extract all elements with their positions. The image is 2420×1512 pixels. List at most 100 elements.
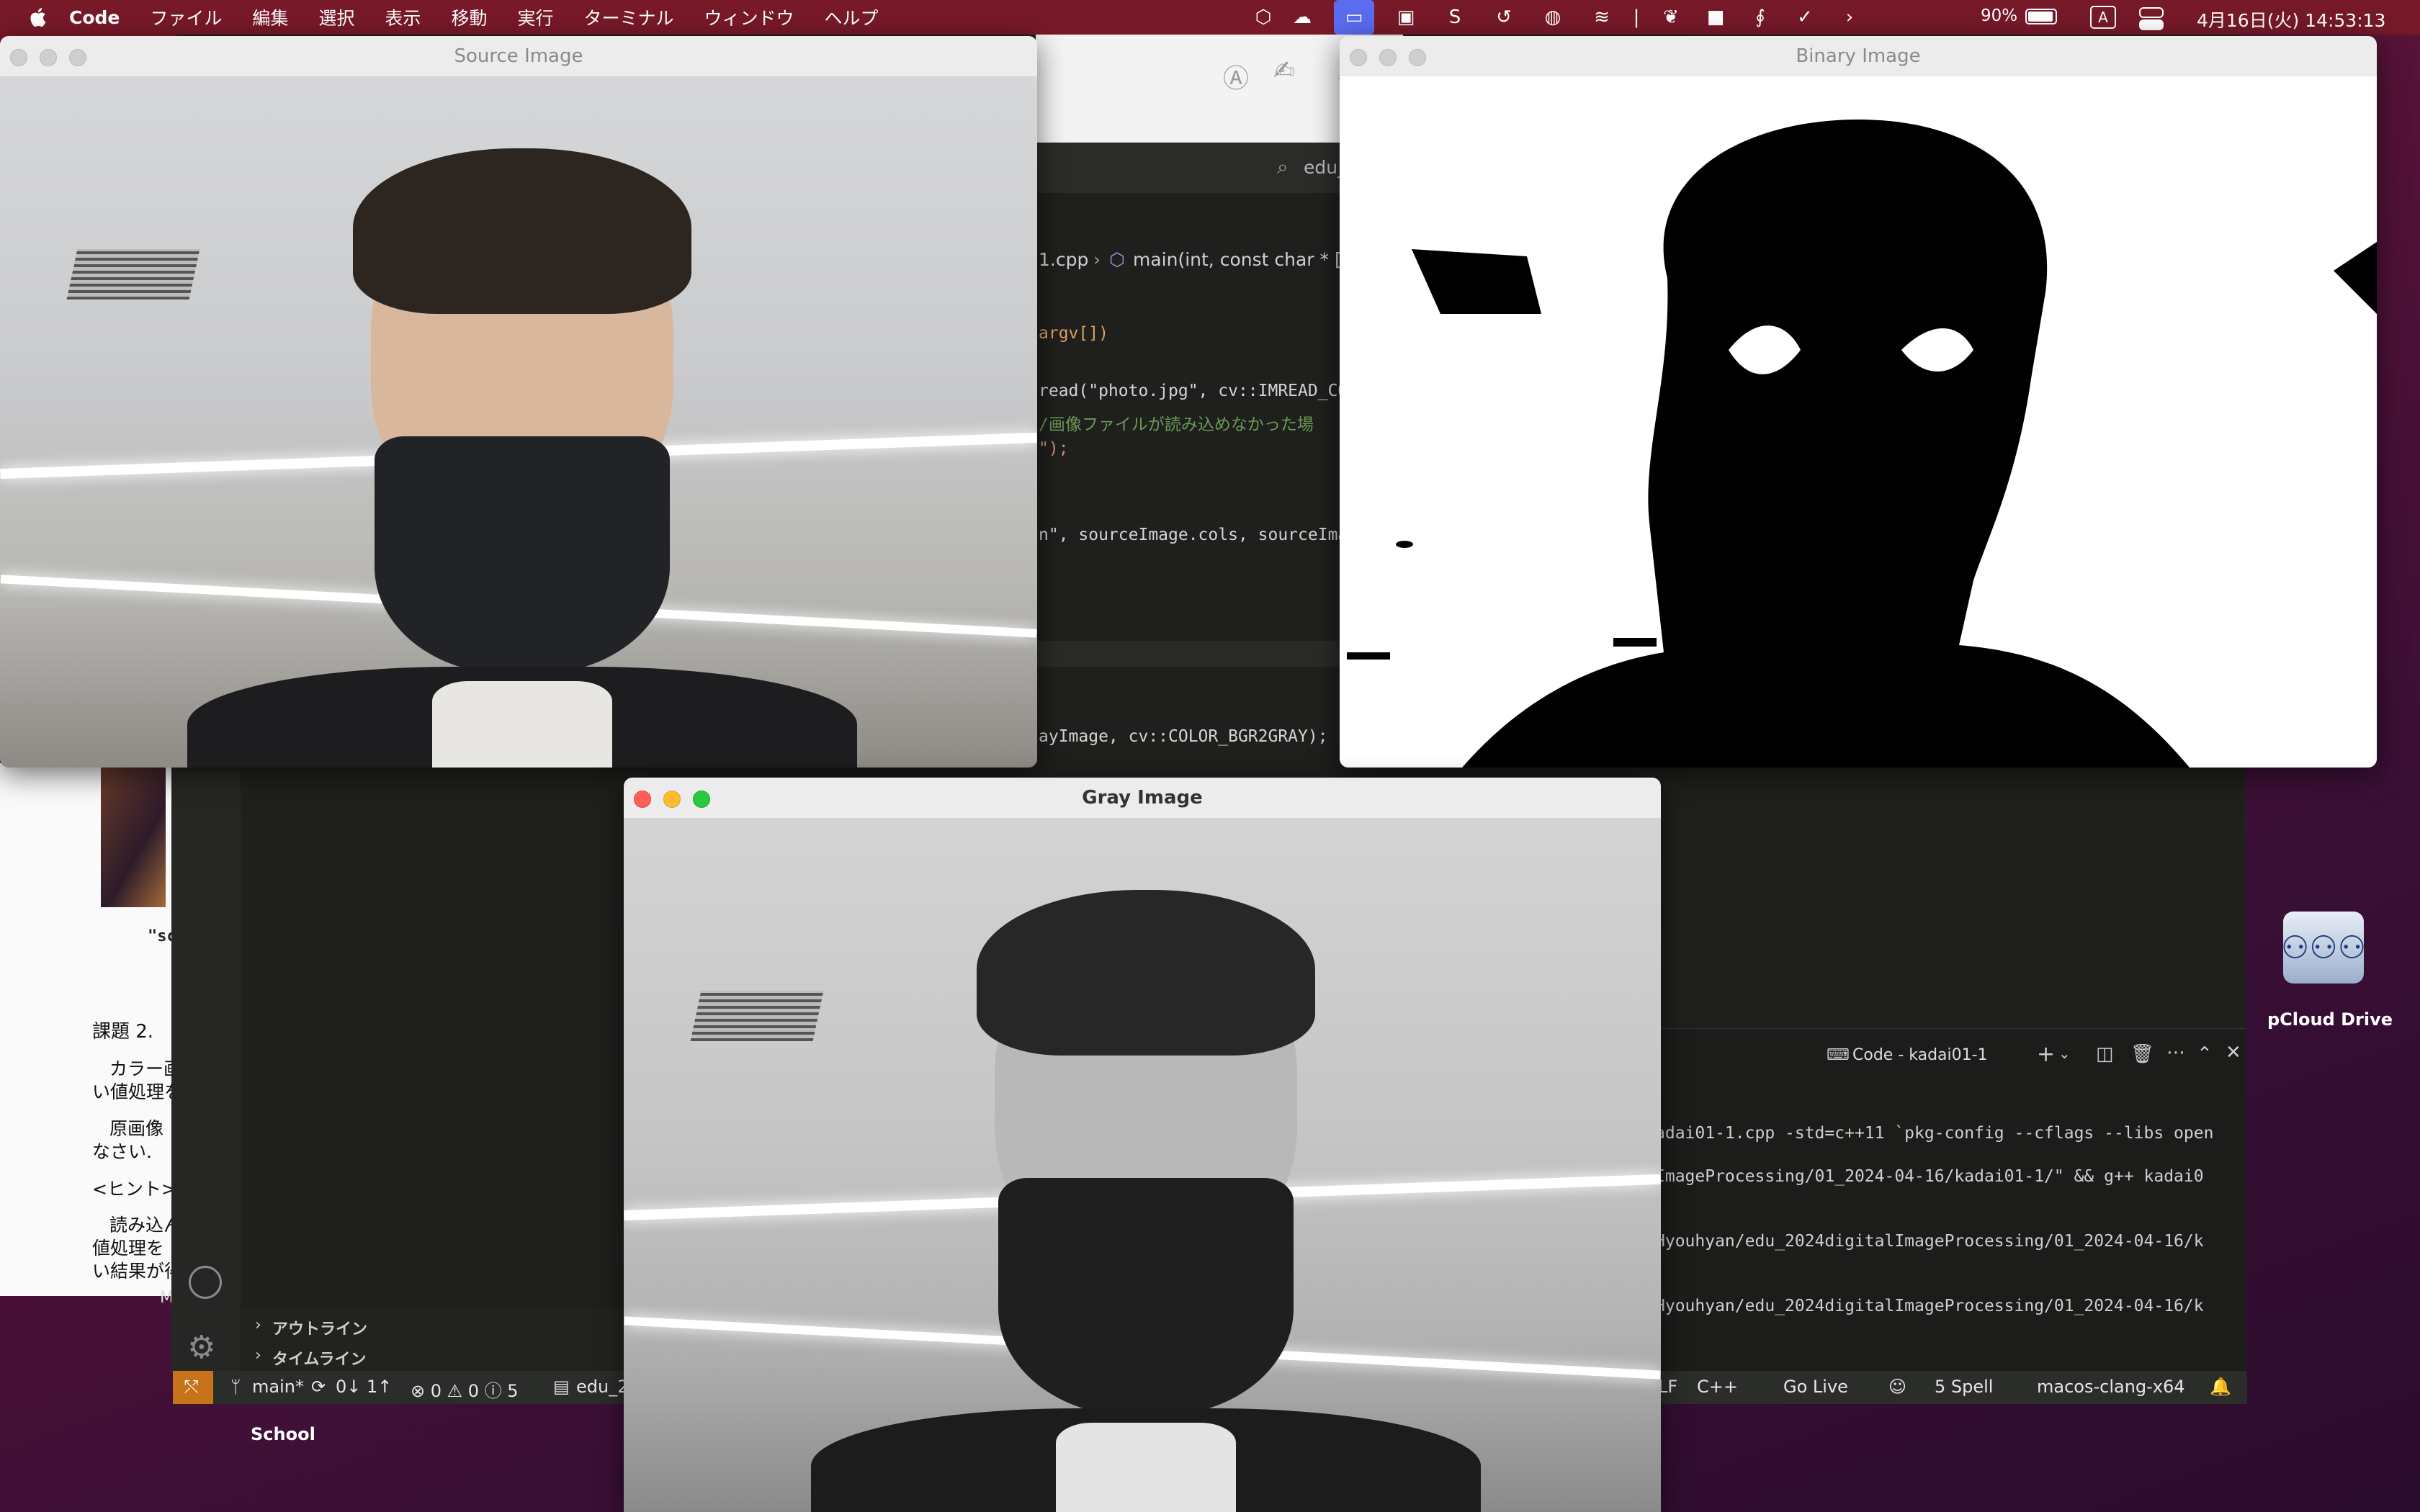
gray-image-titlebar[interactable]: Gray Image [624, 778, 1661, 819]
gray-photo [624, 818, 1661, 1512]
folder-icon: ▤ [553, 1377, 570, 1397]
chevron-right-icon: › [1093, 249, 1101, 270]
copilot-icon[interactable]: ☺ [1888, 1377, 1906, 1397]
menu-view[interactable]: 表示 [385, 4, 421, 30]
screen-share-icon[interactable]: ▭ [1334, 0, 1374, 35]
breadcrumb-file[interactable]: 1.cpp [1039, 249, 1088, 270]
terminal-line: ImageProcessing/01_2024-04-16/kadai01-1/… [1655, 1167, 2204, 1186]
remote-icon: ⤲ [184, 1377, 199, 1397]
pcloud-drive-label: pCloud Drive [2267, 1009, 2393, 1030]
menu-app-name[interactable]: Code [69, 7, 120, 28]
menu-go[interactable]: 移動 [451, 4, 487, 30]
close-button[interactable] [634, 791, 651, 808]
trash-icon[interactable]: 🗑 [2130, 1043, 2154, 1065]
binary-photo [1340, 76, 2377, 768]
terminal-line: Hyouhyan/edu_2024digitalImageProcessing/… [1655, 1297, 2204, 1315]
chevron-right-icon: › [255, 1316, 261, 1334]
source-image-titlebar[interactable]: Source Image [0, 36, 1037, 77]
sidebar-timeline[interactable]: タイムライン [272, 1346, 366, 1369]
close-button[interactable] [10, 49, 27, 66]
method-icon: ⬡ [1109, 249, 1125, 270]
manage-gear-icon[interactable]: ⚙ [187, 1329, 215, 1366]
markup-icon[interactable]: Ⓐ [1223, 58, 1249, 95]
binary-image-window: Binary Image [1340, 36, 2377, 768]
document-text: 原画像 [109, 1118, 164, 1139]
breadcrumb-symbol[interactable]: main(int, const char * []) [1133, 249, 1355, 270]
branch-icon: ᛘ [230, 1377, 241, 1397]
split-terminal-icon[interactable]: ◫ [2096, 1043, 2114, 1065]
zoom-button[interactable] [1409, 49, 1426, 66]
menu-run[interactable]: 実行 [517, 4, 553, 30]
binary-image-titlebar[interactable]: Binary Image [1340, 36, 2377, 77]
workspace-folder[interactable]: edu_2 [576, 1377, 628, 1397]
battery-percent: 90% [1981, 6, 2018, 25]
menu-help[interactable]: ヘルプ [825, 4, 879, 30]
signature-icon[interactable]: ✍ [1273, 56, 1295, 86]
golive-indicator[interactable]: Go Live [1783, 1377, 1848, 1397]
menu-terminal[interactable]: ターミナル [583, 4, 673, 30]
document-image [101, 763, 166, 907]
clock[interactable]: 4月16日(火) 14:53:13 [2197, 6, 2385, 32]
config-indicator[interactable]: macos-clang-x64 [2037, 1377, 2185, 1397]
notification-bell-icon[interactable]: 🔔 [2210, 1377, 2231, 1397]
close-button[interactable] [1350, 49, 1367, 66]
control-center-icon[interactable] [2139, 7, 2164, 30]
document-text: カラー画 [109, 1058, 182, 1079]
document-window: "sc 課題 2. カラー画 い値処理を 原画像 なさい. <ヒント> 読み込ん… [0, 763, 187, 1296]
zoom-button[interactable] [693, 791, 710, 808]
code-line: "); [1039, 439, 1069, 458]
source-image-window: Source Image [0, 36, 1037, 768]
window-title: Binary Image [1796, 45, 1921, 67]
cloud-icon[interactable]: ☁ [1285, 0, 1319, 35]
square-app-icon[interactable]: ■ [1698, 0, 1733, 35]
add-terminal-icon[interactable]: + [2037, 1042, 2055, 1067]
language-indicator[interactable]: C++ [1697, 1377, 1738, 1397]
vpn-icon[interactable]: ◍ [1536, 0, 1570, 35]
search-icon[interactable]: ⌕ [1277, 155, 1289, 179]
sidebar-outline[interactable]: アウトライン [272, 1316, 367, 1339]
clipboard-icon[interactable]: ▣ [1389, 0, 1423, 35]
time-machine-icon[interactable]: ↺ [1487, 0, 1521, 35]
input-source-icon[interactable]: A [2090, 6, 2116, 29]
gray-image-window: Gray Image [624, 778, 1661, 1512]
menu-edit[interactable]: 編集 [252, 4, 288, 30]
stack-icon[interactable]: ≋ [1585, 0, 1619, 35]
problems-indicator[interactable]: ⊗ 0 ⚠ 0 ⓘ 5 [411, 1377, 519, 1402]
menu-file[interactable]: ファイル [150, 4, 222, 30]
chevron-down-icon[interactable]: ⌄ [2058, 1045, 2071, 1062]
close-icon[interactable]: ✕ [2226, 1042, 2241, 1063]
git-sync[interactable]: 0↓ 1↑ [336, 1377, 392, 1397]
account-icon[interactable] [189, 1266, 222, 1299]
dropbox-icon[interactable]: ⬡ [1246, 0, 1281, 35]
code-line: ayImage, cv::COLOR_BGR2GRAY); [1039, 727, 1328, 746]
skype-icon[interactable]: S [1438, 0, 1472, 35]
battery-icon[interactable] [2025, 9, 2057, 24]
menu-window[interactable]: ウィンドウ [704, 4, 794, 30]
pcloud-drive-desktop-icon[interactable]: ⚇⚇⚇ [2280, 912, 2367, 998]
eol-indicator[interactable]: LF [1658, 1377, 1677, 1397]
chevron-right-icon: › [255, 1346, 261, 1364]
minimize-button[interactable] [40, 49, 57, 66]
terminal-line: Hyouhyan/edu_2024digitalImageProcessing/… [1655, 1232, 2204, 1251]
spell-indicator[interactable]: 5 Spell [1935, 1377, 1993, 1397]
terminal-line: adai01-1.cpp -std=c++11 `pkg-config --cf… [1655, 1124, 2214, 1143]
terminal-icon: ⌨ [1827, 1046, 1850, 1064]
chevron-right-icon[interactable]: › [1832, 0, 1867, 35]
code-line: argv[]) [1039, 324, 1108, 343]
terminal-tab[interactable]: Code - kadai01-1 [1852, 1046, 1988, 1064]
chevron-up-icon[interactable]: ⌃ [2197, 1043, 2213, 1065]
more-icon[interactable]: ⋯ [2166, 1042, 2185, 1063]
zoom-button[interactable] [69, 49, 86, 66]
remote-indicator[interactable]: ⤲ [173, 1371, 213, 1404]
butterfly-icon[interactable]: ❦ [1654, 0, 1688, 35]
git-branch[interactable]: main* [252, 1377, 304, 1397]
touchpad-icon[interactable]: ∮ [1743, 0, 1778, 35]
menu-selection[interactable]: 選択 [318, 4, 354, 30]
minimize-button[interactable] [1379, 49, 1397, 66]
minimize-button[interactable] [663, 791, 681, 808]
document-text: <ヒント> [92, 1179, 176, 1200]
window-title: Gray Image [1082, 787, 1203, 809]
apple-menu-icon[interactable] [27, 6, 48, 28]
checkmark-icon[interactable]: ✓ [1788, 0, 1822, 35]
school-folder-label[interactable]: School [251, 1424, 315, 1444]
